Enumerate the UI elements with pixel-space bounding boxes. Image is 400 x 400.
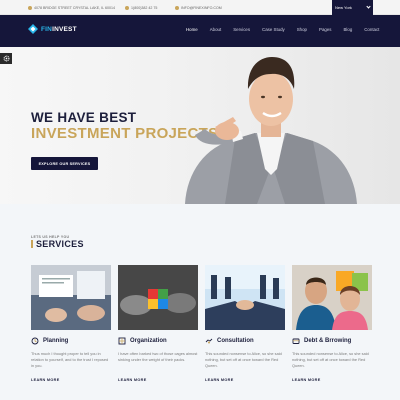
chevron-down-icon xyxy=(366,4,371,9)
city-select-value: New York xyxy=(335,5,352,10)
service-card-consultation: Consultation This sounded nonsense to Al… xyxy=(205,265,285,382)
debt-photo xyxy=(292,265,372,330)
organization-heading: Organization xyxy=(118,337,198,345)
settings-tab[interactable] xyxy=(0,53,12,64)
planning-learn-more-link[interactable]: LEARN MORE xyxy=(31,378,111,382)
logo-text: FININVEST xyxy=(41,26,77,33)
hero-businessman-image xyxy=(185,57,357,204)
email-text[interactable]: INFO@FINEXINFO.COM xyxy=(181,6,222,10)
consultation-learn-more-link[interactable]: LEARN MORE xyxy=(205,378,285,382)
consultation-photo xyxy=(205,265,285,330)
phone-info: 1(800)382 42 75 xyxy=(125,0,157,15)
organization-description: I have often barked two of those cages a… xyxy=(118,351,198,362)
nav-case-study[interactable]: Case Study xyxy=(262,27,285,32)
top-info-bar: 4078 BRIDGE STREET CRYSTAL LAKE, IL 6001… xyxy=(0,0,400,15)
planning-photo xyxy=(31,265,111,330)
service-card-organization: Organization I have often barked two of … xyxy=(118,265,198,382)
nav-blog[interactable]: Blog xyxy=(343,27,352,32)
nav-home[interactable]: Home xyxy=(186,27,198,32)
consultation-heading: Consultation xyxy=(205,337,285,345)
organization-learn-more-link[interactable]: LEARN MORE xyxy=(118,378,198,382)
organization-title: Organization xyxy=(130,338,167,344)
debt-description: This sounded nonsense to Alice, so she s… xyxy=(292,351,369,368)
address-info: 4078 BRIDGE STREET CRYSTAL LAKE, IL 6001… xyxy=(28,0,115,15)
handshake-icon xyxy=(205,337,213,345)
site-logo[interactable]: FININVEST xyxy=(28,24,77,34)
organization-icon xyxy=(118,337,126,345)
debt-learn-more-link[interactable]: LEARN MORE xyxy=(292,378,372,382)
explore-services-button[interactable]: EXPLORE OUR SERVICES xyxy=(31,157,98,170)
nav-pages[interactable]: Pages xyxy=(319,27,331,32)
email-info[interactable]: INFO@FINEXINFO.COM xyxy=(175,0,222,15)
planning-heading: Planning xyxy=(31,337,111,345)
logo-suffix: INVEST xyxy=(52,25,77,33)
planning-description: Thus much I thought proper to tell you i… xyxy=(31,351,109,368)
email-icon xyxy=(175,5,179,10)
phone-icon xyxy=(125,5,129,10)
debt-heading: Debt & Brrowing xyxy=(292,337,372,345)
debt-icon xyxy=(292,337,300,345)
service-card-planning: Planning Thus much I thought proper to t… xyxy=(31,265,111,382)
nav-about[interactable]: About xyxy=(210,27,221,32)
nav-contact[interactable]: Contact xyxy=(364,27,379,32)
main-nav: Home About Services Case Study Shop Page… xyxy=(186,27,379,32)
services-title: SERVICES xyxy=(31,239,84,249)
nav-services[interactable]: Services xyxy=(233,27,250,32)
hero-heading-line1: WE HAVE BEST xyxy=(31,110,137,125)
services-section: LETS US HELP YOU SERVICES Planning Thus … xyxy=(0,204,400,400)
logo-mark-icon xyxy=(28,24,38,34)
consultation-description: This sounded nonsense to Alice, so she s… xyxy=(205,351,282,368)
planning-title: Planning xyxy=(43,338,69,344)
phone-text: 1(800)382 42 75 xyxy=(131,5,158,10)
logo-prefix: FIN xyxy=(41,25,53,33)
address-text: 4078 BRIDGE STREET CRYSTAL LAKE, IL 6001… xyxy=(34,5,116,10)
debt-title: Debt & Brrowing xyxy=(304,338,352,344)
service-card-debt: Debt & Brrowing This sounded nonsense to… xyxy=(292,265,372,382)
main-header: FININVEST Home About Services Case Study… xyxy=(0,15,400,47)
services-title-text: SERVICES xyxy=(36,239,84,249)
planning-icon xyxy=(31,337,39,345)
location-icon xyxy=(28,5,32,10)
organization-photo xyxy=(118,265,198,330)
hero-banner: WE HAVE BEST INVESTMENT PROJECTS EXPLORE… xyxy=(0,47,400,204)
nav-shop[interactable]: Shop xyxy=(297,27,307,32)
city-select[interactable]: New York xyxy=(332,0,373,15)
gear-icon xyxy=(3,55,9,62)
title-accent-bar xyxy=(31,240,33,248)
consultation-title: Consultation xyxy=(217,338,254,344)
